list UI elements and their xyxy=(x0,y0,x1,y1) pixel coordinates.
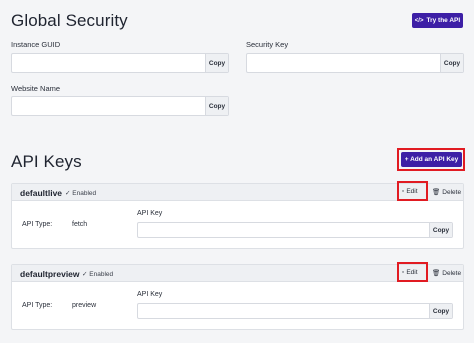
api-keys-title: API Keys xyxy=(11,152,82,171)
trash-icon: 🗑 xyxy=(432,189,441,196)
instance-guid-copy-button[interactable]: Copy xyxy=(205,54,228,72)
delete-button[interactable]: 🗑 Delete xyxy=(432,269,461,278)
code-icon: </> xyxy=(414,17,424,24)
page-title: Global Security xyxy=(11,11,128,30)
api-key-field[interactable]: Copy xyxy=(137,303,453,319)
edit-button[interactable]: ▫ Edit xyxy=(402,269,418,276)
check-icon: ✓ xyxy=(65,190,71,197)
api-key-copy-button[interactable]: Copy xyxy=(429,223,452,237)
edit-icon: ▫ xyxy=(402,269,405,276)
api-key-card-defaultpreview: defaultpreview ✓ Enabled ▫ Edit 🗑 Delete… xyxy=(11,262,464,330)
try-the-api-button[interactable]: </> Try the API xyxy=(412,13,463,28)
security-key-field[interactable]: Copy xyxy=(246,53,464,73)
api-key-field[interactable]: Copy xyxy=(137,222,453,238)
security-key-label: Security Key xyxy=(246,40,289,49)
api-key-card-defaultlive: defaultlive ✓ Enabled ▫ Edit 🗑 Delete AP… xyxy=(11,181,464,249)
website-name-copy-button[interactable]: Copy xyxy=(205,97,228,115)
status-badge: ✓ Enabled xyxy=(65,190,97,197)
instance-guid-label: Instance GUID xyxy=(11,40,61,49)
api-key-name: defaultpreview xyxy=(20,269,80,279)
trash-icon: 🗑 xyxy=(432,270,441,277)
check-icon: ✓ xyxy=(82,271,88,278)
instance-guid-field[interactable]: Copy xyxy=(11,53,229,73)
delete-button[interactable]: 🗑 Delete xyxy=(432,188,461,197)
api-key-label: API Key xyxy=(137,291,163,298)
website-name-field[interactable]: Copy xyxy=(11,96,229,116)
api-key-copy-button[interactable]: Copy xyxy=(429,304,452,318)
api-type-value: preview xyxy=(72,302,97,309)
api-type-value: fetch xyxy=(72,221,88,228)
api-key-label: API Key xyxy=(137,210,163,217)
edit-icon: ▫ xyxy=(402,188,405,195)
api-type-label: API Type: xyxy=(22,221,53,228)
add-api-key-button[interactable]: + Add an API Key xyxy=(401,152,462,167)
edit-button[interactable]: ▫ Edit xyxy=(402,188,418,195)
api-key-name: defaultlive xyxy=(20,188,63,198)
website-name-label: Website Name xyxy=(11,84,61,93)
status-badge: ✓ Enabled xyxy=(82,271,114,278)
security-key-copy-button[interactable]: Copy xyxy=(440,54,463,72)
api-type-label: API Type: xyxy=(22,302,53,309)
